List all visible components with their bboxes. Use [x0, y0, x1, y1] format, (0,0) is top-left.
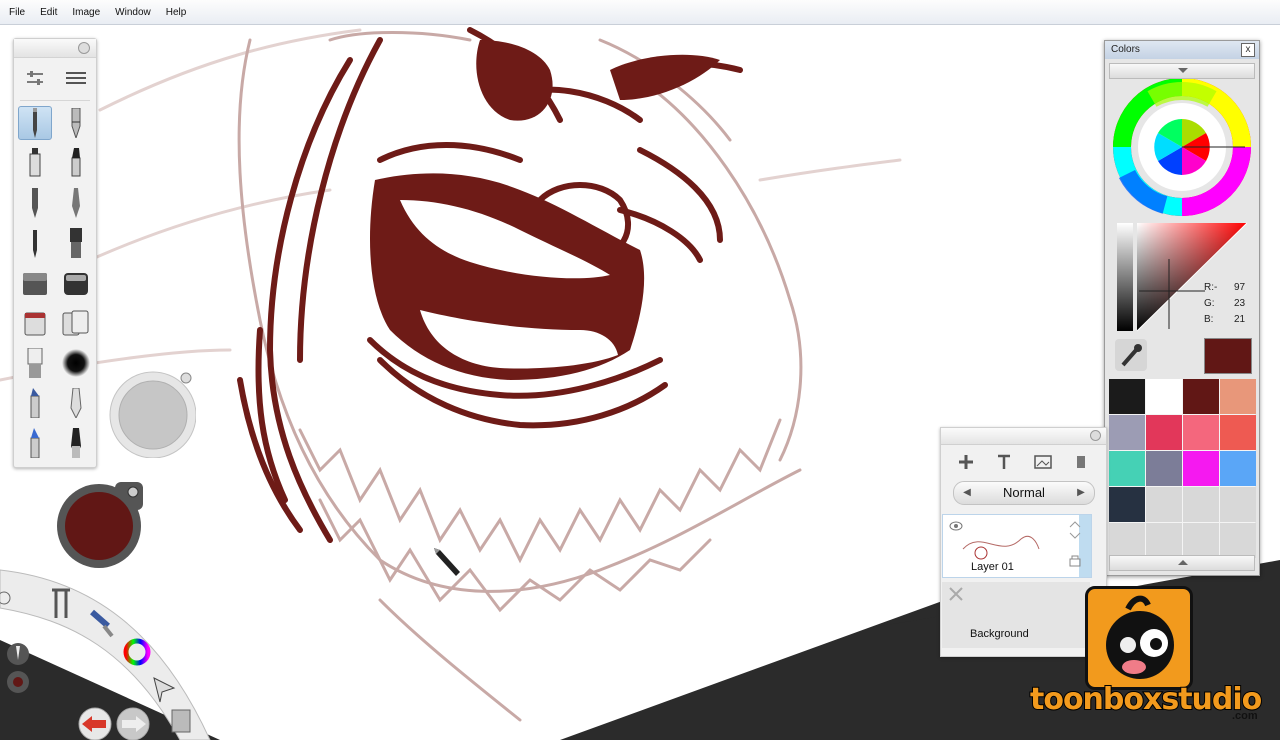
color-swatch[interactable]: [1109, 523, 1145, 558]
inking-tool-icon[interactable]: [59, 186, 93, 220]
layer-editor-header[interactable]: [941, 428, 1106, 445]
blue-pen-tool-icon[interactable]: [18, 426, 52, 460]
r-value[interactable]: 97: [1234, 282, 1245, 293]
menu-bar: File Edit Image Window Help: [0, 0, 1280, 25]
color-swatch[interactable]: [1220, 379, 1256, 414]
paint-brush-tool-icon[interactable]: [59, 226, 93, 260]
color-swatch[interactable]: [1146, 415, 1182, 450]
color-puck[interactable]: [55, 480, 145, 570]
color-swatch[interactable]: [1146, 487, 1182, 522]
pencil-tool-icon[interactable]: [17, 106, 52, 140]
eraser-tool-icon[interactable]: [59, 266, 93, 300]
calligraphy-pen-tool-icon[interactable]: [59, 386, 93, 420]
logo-suffix: .com: [1232, 710, 1258, 722]
brush-size-puck[interactable]: [108, 370, 196, 458]
marker-tool-icon[interactable]: [18, 146, 52, 180]
color-swatch[interactable]: [1220, 451, 1256, 486]
colors-title-text: Colors: [1111, 44, 1140, 55]
image-layer-icon[interactable]: [1033, 453, 1052, 471]
clear-layer-icon[interactable]: [1072, 453, 1090, 471]
layer-thumbnail: [962, 535, 1040, 560]
color-swatch[interactable]: [1183, 451, 1219, 486]
color-swatch[interactable]: [1220, 487, 1256, 522]
ballpoint-tool-icon[interactable]: [18, 186, 52, 220]
color-swatch[interactable]: [1109, 415, 1145, 450]
color-swatch[interactable]: [1220, 415, 1256, 450]
color-swatch[interactable]: [1183, 415, 1219, 450]
layer-reorder-icon[interactable]: [1067, 520, 1083, 540]
fine-pen-tool-icon[interactable]: [18, 226, 52, 260]
layer-lock-icon[interactable]: [1068, 553, 1082, 567]
color-swatch[interactable]: [1109, 487, 1145, 522]
text-layer-icon[interactable]: [995, 453, 1013, 471]
g-label: G:: [1204, 298, 1215, 309]
felt-tip-tool-icon[interactable]: [59, 146, 93, 180]
blend-mode-value: Normal: [1003, 485, 1045, 500]
color-swatch[interactable]: [1146, 451, 1182, 486]
smudge-tool-icon[interactable]: [18, 346, 52, 380]
b-label: B:: [1204, 314, 1214, 325]
color-swatches: [1109, 379, 1256, 558]
current-color-swatch[interactable]: [1204, 338, 1252, 374]
chisel-marker-tool-icon[interactable]: [18, 386, 52, 420]
sliders-icon[interactable]: [18, 61, 52, 95]
blur-tool-icon[interactable]: [59, 346, 93, 380]
b-value[interactable]: 21: [1234, 314, 1245, 325]
add-layer-icon[interactable]: [957, 453, 975, 471]
colors-panel: Colors x R:- 97 G: 23 B: 21: [1104, 40, 1260, 576]
color-swatch[interactable]: [1109, 451, 1145, 486]
layer-name-background: Background: [970, 628, 1029, 640]
blend-prev-arrow-icon[interactable]: ◀: [960, 482, 974, 504]
airbrush-tool-icon[interactable]: [18, 266, 52, 300]
ink-nib-tool-icon[interactable]: [59, 426, 93, 460]
paint-bucket-tool-icon[interactable]: [18, 306, 52, 340]
menu-edit[interactable]: Edit: [31, 7, 63, 18]
color-swatch[interactable]: [1220, 523, 1256, 558]
logo-wordmark: toonboxstudio: [1029, 681, 1263, 718]
r-label: R:-: [1204, 282, 1218, 293]
studio-logo: [1085, 586, 1193, 690]
collapse-down-strip[interactable]: [1109, 555, 1255, 571]
tool-palette: [13, 38, 97, 468]
layer-hidden-icon[interactable]: [948, 586, 964, 602]
color-swatch[interactable]: [1146, 379, 1182, 414]
menu-image[interactable]: Image: [63, 7, 106, 18]
tool-palette-header[interactable]: [14, 39, 96, 58]
menu-help[interactable]: Help: [157, 7, 193, 18]
layer-item-background[interactable]: Background: [942, 582, 1090, 648]
color-swatch[interactable]: [1109, 379, 1145, 414]
blend-next-arrow-icon[interactable]: ▶: [1074, 482, 1088, 504]
colors-panel-title: Colors x: [1105, 41, 1259, 59]
layer-editor: ◀ Normal ▶ Layer 01 Background: [940, 427, 1107, 657]
blend-mode-selector[interactable]: ◀ Normal ▶: [953, 481, 1095, 505]
layer-name: Layer 01: [971, 561, 1014, 573]
brush-library-icon[interactable]: [59, 61, 93, 95]
collapse-up-strip[interactable]: [1109, 63, 1255, 79]
palette-close-icon[interactable]: [78, 42, 90, 54]
close-icon[interactable]: x: [1241, 43, 1255, 57]
menu-window[interactable]: Window: [106, 7, 157, 18]
color-swatch[interactable]: [1183, 487, 1219, 522]
color-wheel[interactable]: [1105, 79, 1259, 219]
fill-tool-icon[interactable]: [59, 306, 93, 340]
menu-file[interactable]: File: [0, 7, 31, 18]
monkey-logo-icon: [1106, 595, 1174, 679]
color-swatch[interactable]: [1183, 379, 1219, 414]
pen-cursor-icon: [434, 548, 460, 576]
g-value[interactable]: 23: [1234, 298, 1245, 309]
eyedropper-icon[interactable]: [1115, 339, 1147, 371]
lagoon-menu: [0, 569, 211, 740]
color-swatch[interactable]: [1146, 523, 1182, 558]
color-swatch[interactable]: [1183, 523, 1219, 558]
layer-panel-close-icon[interactable]: [1090, 430, 1101, 441]
technical-pen-tool-icon[interactable]: [59, 106, 93, 140]
